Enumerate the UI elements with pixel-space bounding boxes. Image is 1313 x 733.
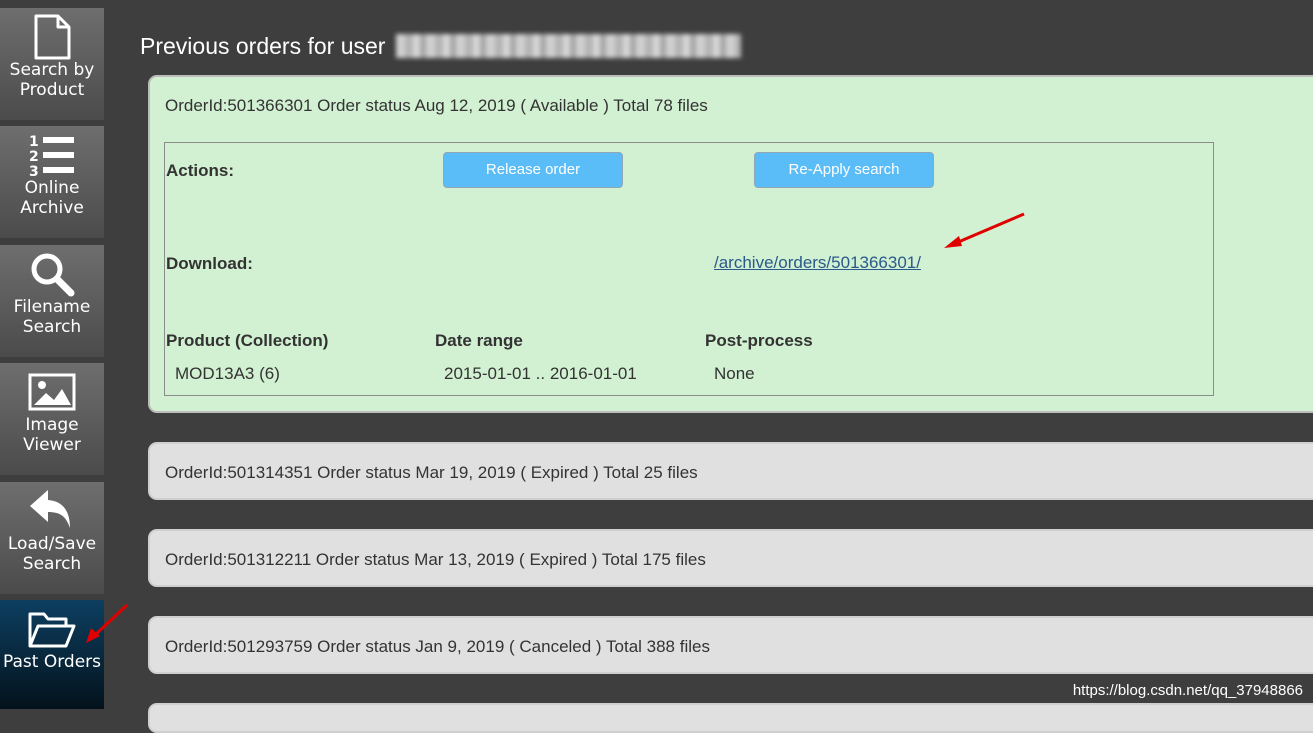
annotation-arrow-download xyxy=(944,212,1025,248)
annotation-overlay xyxy=(86,212,1025,643)
annotation-arrow-past-orders xyxy=(86,603,129,643)
watermark: https://blog.csdn.net/qq_37948866 xyxy=(1072,682,1303,699)
